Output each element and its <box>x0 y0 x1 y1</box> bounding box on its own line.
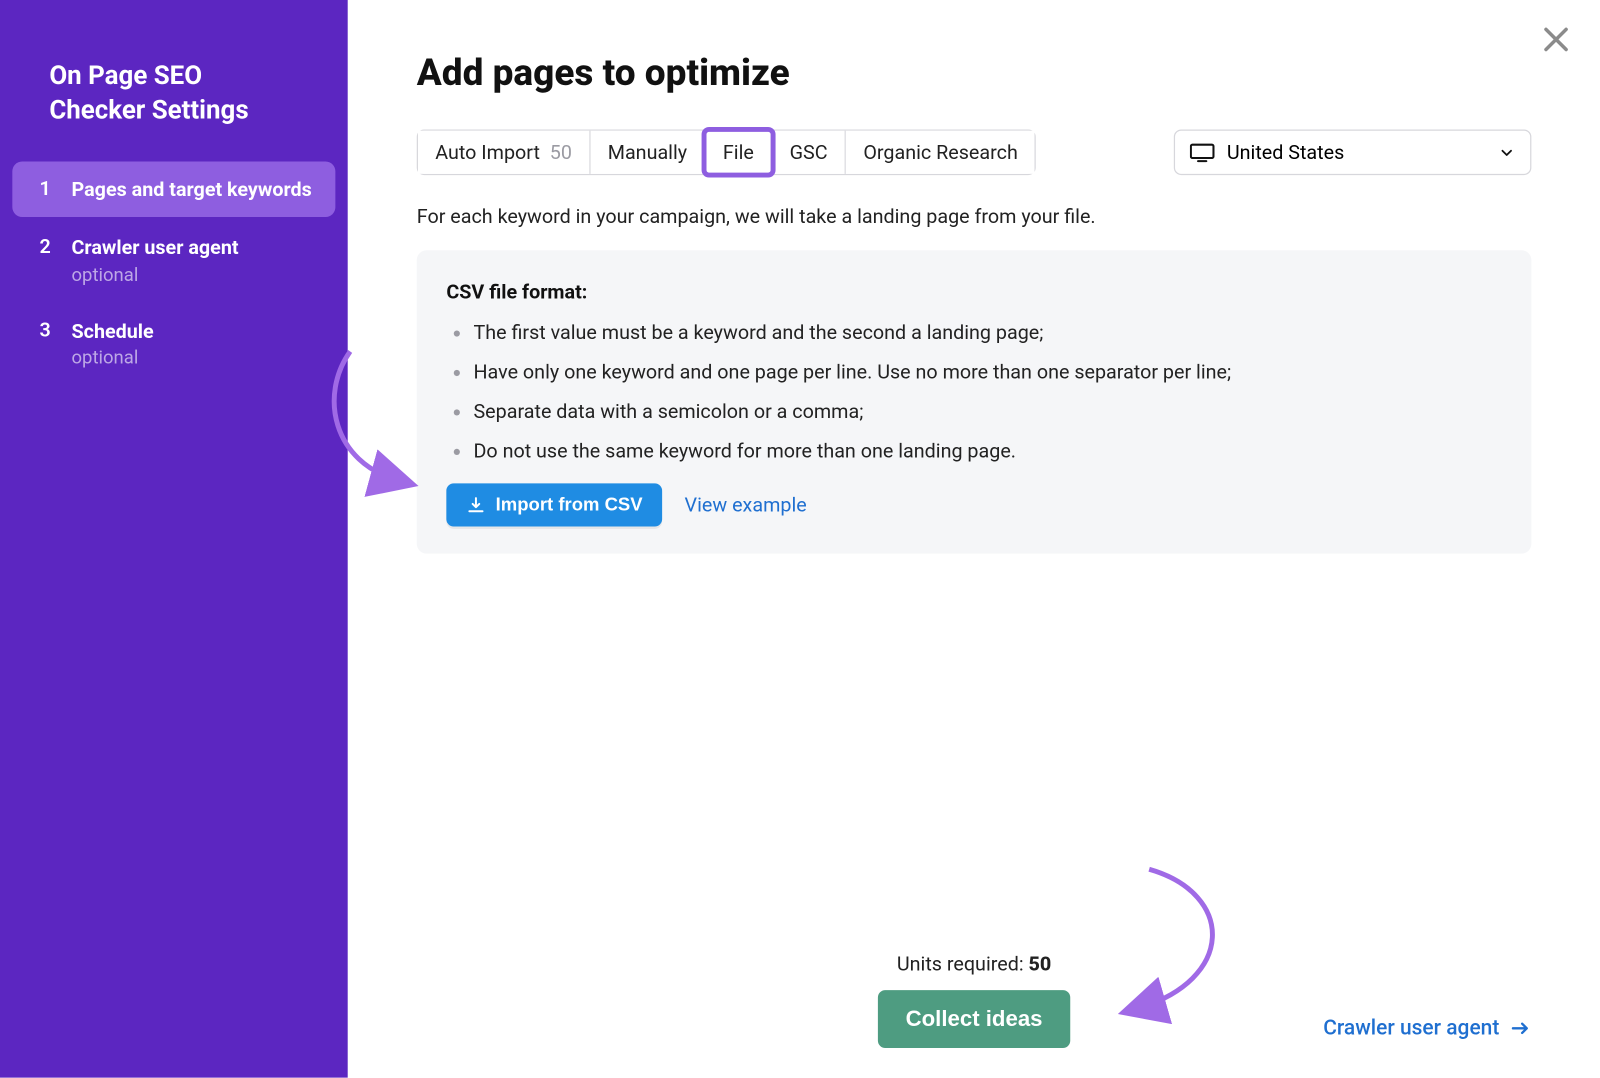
tab-label: Manually <box>608 141 687 164</box>
csv-info-title: CSV file format: <box>446 280 1501 303</box>
step-sublabel: optional <box>72 347 154 369</box>
step-label: Crawler user agent <box>72 235 239 262</box>
step-sublabel: optional <box>72 264 239 286</box>
tab-auto-import[interactable]: Auto Import 50 <box>418 131 590 174</box>
csv-info-item: Separate data with a semicolon or a comm… <box>446 397 1501 427</box>
step-number: 2 <box>39 235 56 258</box>
step-number: 1 <box>39 176 56 199</box>
import-csv-button[interactable]: Import from CSV <box>446 483 662 526</box>
close-icon <box>1539 22 1574 57</box>
csv-info-item: Have only one keyword and one page per l… <box>446 358 1501 388</box>
desktop-icon <box>1190 142 1215 162</box>
country-label: United States <box>1227 141 1486 164</box>
tab-label: File <box>723 141 754 164</box>
units-required: Units required: 50 <box>897 952 1051 975</box>
next-step-link[interactable]: Crawler user agent <box>1323 1016 1531 1041</box>
sidebar-step-2[interactable]: 2 Crawler user agent optional <box>12 220 335 301</box>
csv-info-item: Do not use the same keyword for more tha… <box>446 436 1501 466</box>
tab-file[interactable]: File <box>706 131 773 174</box>
units-label: Units required: <box>897 952 1029 975</box>
arrow-right-icon <box>1509 1017 1531 1039</box>
units-value: 50 <box>1028 952 1051 975</box>
csv-info-box: CSV file format: The first value must be… <box>417 250 1532 553</box>
next-step-label: Crawler user agent <box>1323 1016 1499 1041</box>
csv-info-actions: Import from CSV View example <box>446 483 1501 526</box>
download-icon <box>466 495 486 515</box>
button-label: Import from CSV <box>496 494 643 515</box>
footer-center: Units required: 50 Collect ideas <box>878 952 1069 1048</box>
page-title: Add pages to optimize <box>417 52 1532 95</box>
sidebar-title: On Page SEO Checker Settings <box>0 59 348 158</box>
sidebar-step-3[interactable]: 3 Schedule optional <box>12 303 335 384</box>
tab-label: Auto Import <box>435 141 540 164</box>
tab-manually[interactable]: Manually <box>590 131 705 174</box>
options-row: Auto Import 50 Manually File GSC Organic… <box>417 129 1532 175</box>
tab-count: 50 <box>550 141 572 164</box>
close-button[interactable] <box>1539 22 1574 57</box>
step-label: Schedule <box>72 318 154 345</box>
step-label: Pages and target keywords <box>72 176 312 203</box>
tab-organic-research[interactable]: Organic Research <box>846 131 1035 174</box>
tab-label: Organic Research <box>863 141 1017 164</box>
country-select[interactable]: United States <box>1174 129 1532 175</box>
sidebar-step-1[interactable]: 1 Pages and target keywords <box>12 161 335 217</box>
collect-ideas-button[interactable]: Collect ideas <box>878 990 1069 1048</box>
step-number: 3 <box>39 318 56 341</box>
csv-info-list: The first value must be a keyword and th… <box>446 318 1501 466</box>
description-text: For each keyword in your campaign, we wi… <box>417 205 1532 228</box>
tab-label: GSC <box>790 141 828 164</box>
sidebar: On Page SEO Checker Settings 1 Pages and… <box>0 0 348 1078</box>
csv-info-item: The first value must be a keyword and th… <box>446 318 1501 348</box>
tab-gsc[interactable]: GSC <box>772 131 846 174</box>
import-tabs: Auto Import 50 Manually File GSC Organic… <box>417 129 1037 175</box>
chevron-down-icon <box>1498 144 1515 161</box>
view-example-link[interactable]: View example <box>685 493 807 516</box>
main-panel: Add pages to optimize Auto Import 50 Man… <box>348 0 1600 1078</box>
